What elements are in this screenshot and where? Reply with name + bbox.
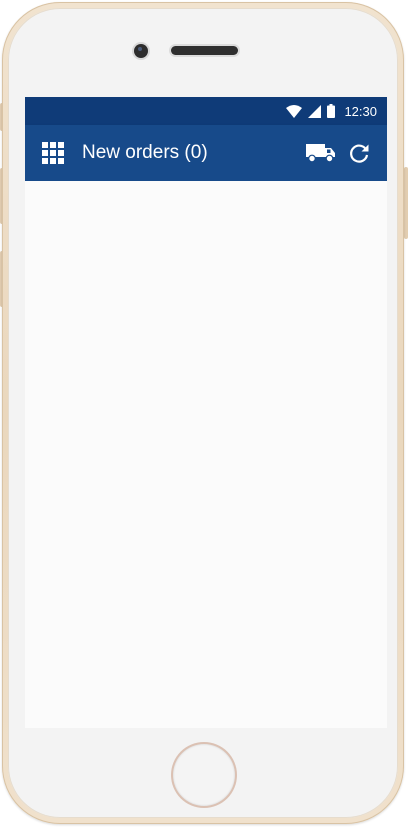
refresh-button[interactable] bbox=[343, 137, 375, 169]
home-button[interactable] bbox=[173, 744, 235, 806]
orders-list-empty bbox=[25, 181, 387, 728]
phone-screen: 12:30 New orders (0) bbox=[25, 97, 387, 728]
power-button bbox=[404, 167, 408, 239]
truck-icon bbox=[306, 144, 335, 163]
page-title: New orders (0) bbox=[82, 142, 208, 163]
status-bar: 12:30 bbox=[25, 97, 387, 125]
wifi-icon bbox=[286, 104, 303, 118]
apps-grid-icon bbox=[42, 142, 64, 164]
signal-icon bbox=[308, 104, 322, 118]
status-icons: 12:30 bbox=[286, 97, 377, 125]
earpiece-speaker bbox=[171, 46, 238, 55]
device-stage: 12:30 New orders (0) bbox=[0, 0, 410, 828]
refresh-icon bbox=[350, 144, 369, 163]
apps-menu-button[interactable] bbox=[39, 139, 67, 167]
delivery-button[interactable] bbox=[305, 139, 337, 167]
status-time: 12:30 bbox=[344, 103, 377, 119]
app-bar: New orders (0) bbox=[25, 125, 387, 181]
front-camera bbox=[134, 44, 148, 58]
battery-icon bbox=[327, 104, 336, 118]
